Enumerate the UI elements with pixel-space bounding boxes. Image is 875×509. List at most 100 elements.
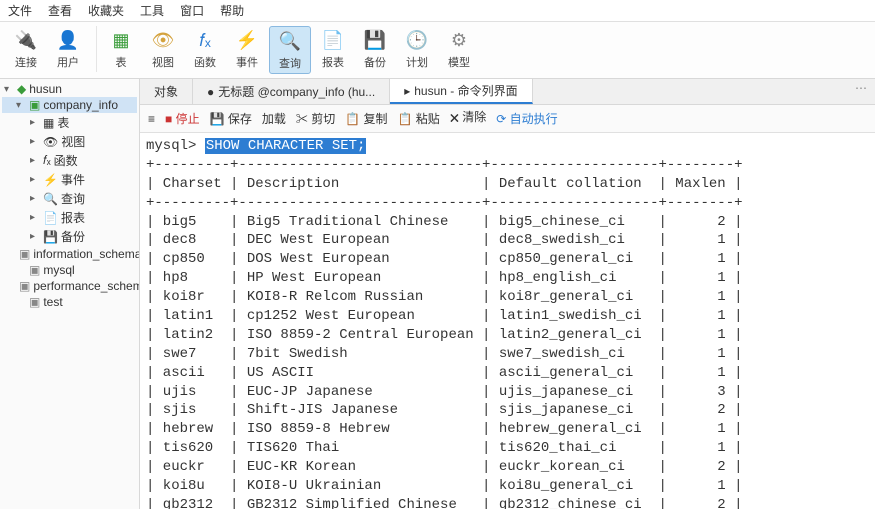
table-row: | swe7 | 7bit Swedish | swe7_swedish_ci … [146,345,869,364]
toolbar-function-button[interactable]: 𝑓ₓ 函数 [185,26,225,74]
tab-icon: ● [207,85,214,99]
toolbar-user-button[interactable]: 👤用户 [48,26,88,72]
toolbar-group-objects: ▦表👁视图𝑓ₓ函数⚡事件🔍查询📄报表💾备份🕒计划⚙模型 [101,26,487,74]
toolbar-label: 查询 [279,55,301,71]
schedule-icon: 🕒 [405,28,429,52]
folder-icon: 👁 [43,135,58,149]
tree-database[interactable]: ▾▣ company_info [2,97,137,113]
load-button[interactable]: 加载 [262,110,286,127]
server-icon: ◆ [17,82,26,96]
table-row: | sjis | Shift-JIS Japanese | sjis_japan… [146,401,869,420]
toolbar-table-button[interactable]: ▦表 [101,26,141,74]
sql-prompt: mysql> SHOW CHARACTER SET; [146,137,869,156]
database-icon: ▣ [29,98,40,112]
event-icon: ⚡ [235,28,259,52]
model-icon: ⚙ [447,28,471,52]
database-icon: ▣ [19,247,30,261]
table-row: | latin1 | cp1252 West European | latin1… [146,307,869,326]
toolbar-schedule-button[interactable]: 🕒 计划 [397,26,437,74]
menu-button[interactable]: ≡ [148,112,155,126]
table-border: +---------+-----------------------------… [146,194,869,213]
copy-button[interactable]: 📋 复制 [345,110,387,127]
tree-folder-报表[interactable]: ▸📄 报表 [2,208,137,227]
menu-帮助[interactable]: 帮助 [220,2,244,19]
toolbar-label: 函数 [194,54,216,70]
folder-icon: 🔍 [43,192,58,206]
menubar: 文件查看收藏夹工具窗口帮助 [0,0,875,22]
sql-command: SHOW CHARACTER SET; [205,138,367,154]
table-row: | ujis | EUC-JP Japanese | ujis_japanese… [146,383,869,402]
tree-folder-表[interactable]: ▸▦ 表 [2,113,137,132]
folder-icon: ▦ [43,116,54,130]
toolbar-model-button[interactable]: ⚙ 模型 [439,26,479,74]
table-row: | gb2312 | GB2312 Simplified Chinese | g… [146,496,869,509]
tab-overflow[interactable]: ⋯ [847,79,875,104]
toolbar-label: 事件 [236,54,258,70]
toolbar-backup-button[interactable]: 💾备份 [355,26,395,74]
toolbar-query-button[interactable]: 🔍 查询 [269,26,311,74]
tree-sysdb-information_schema[interactable]: ▣ information_schema [2,246,137,262]
folder-icon: 💾 [43,230,58,244]
tree-folder-函数[interactable]: ▸𝑓ₓ 函数 [2,151,137,170]
cut-button[interactable]: ✂ 剪切 [296,110,335,127]
tree-folder-查询[interactable]: ▸🔍 查询 [2,189,137,208]
table-header: | Charset | Description | Default collat… [146,175,869,194]
toolbar-report-button[interactable]: 📄 报表 [313,26,353,74]
connect-icon: 🔌 [14,28,38,52]
query-icon: 🔍 [278,29,302,53]
tab-icon: ▸ [404,84,410,98]
tree-folder-事件[interactable]: ▸⚡ 事件 [2,170,137,189]
folder-icon: 𝑓ₓ [43,153,51,168]
toolbar-connect-button[interactable]: 🔌 连接 [6,26,46,72]
menu-窗口[interactable]: 窗口 [180,2,204,19]
autorun-button[interactable]: ⟳ 自动执行 [496,110,557,127]
database-icon: ▣ [19,279,30,293]
database-icon: ▣ [29,295,40,309]
tree-server[interactable]: ▾◆ husun [2,81,137,97]
terminal-output[interactable]: mysql> SHOW CHARACTER SET;+---------+---… [140,133,875,509]
table-row: | ascii | US ASCII | ascii_general_ci | … [146,364,869,383]
menu-工具[interactable]: 工具 [140,2,164,19]
table-row: | dec8 | DEC West European | dec8_swedis… [146,231,869,250]
user-icon: 👤 [56,28,80,52]
tab-对象[interactable]: 对象 [140,79,193,104]
table-row: | euckr | EUC-KR Korean | euckr_korean_c… [146,458,869,477]
toolbar-label: 计划 [406,54,428,70]
backup-icon: 💾 [363,28,387,52]
menu-查看[interactable]: 查看 [48,2,72,19]
table-row: | cp850 | DOS West European | cp850_gene… [146,250,869,269]
toolbar-label: 表 [116,54,127,70]
report-icon: 📄 [321,28,345,52]
tree-sysdb-test[interactable]: ▣ test [2,294,137,310]
stop-button[interactable]: ■ 停止 [165,110,200,127]
toolbar-event-button[interactable]: ⚡ 事件 [227,26,267,74]
table-border: +---------+-----------------------------… [146,156,869,175]
tree-sysdb-mysql[interactable]: ▣ mysql [2,262,137,278]
paste-button[interactable]: 📋 粘贴 [398,110,440,127]
table-row: | hebrew | ISO 8859-8 Hebrew | hebrew_ge… [146,420,869,439]
menu-收藏夹[interactable]: 收藏夹 [88,2,124,19]
function-icon: 𝑓ₓ [193,28,217,52]
database-icon: ▣ [29,263,40,277]
tree-folder-视图[interactable]: ▸👁 视图 [2,132,137,151]
table-row: | tis620 | TIS620 Thai | tis620_thai_ci … [146,439,869,458]
main-toolbar: 🔌连接👤用户 ▦表👁视图𝑓ₓ函数⚡事件🔍查询📄报表💾备份🕒计划⚙模型 [0,22,875,79]
clear-button[interactable]: 🗙 清除 [450,108,486,129]
tree-folder-备份[interactable]: ▸💾 备份 [2,227,137,246]
sidebar-tree[interactable]: ▾◆ husun▾▣ company_info▸▦ 表▸👁 视图▸𝑓ₓ 函数▸⚡… [0,79,140,509]
toolbar-label: 报表 [322,54,344,70]
toolbar-group-connection: 🔌 连接 👤用户 [6,26,97,72]
tab-husun - 命令列界面[interactable]: ▸ husun - 命令列界面 [390,79,532,104]
toolbar-view-button[interactable]: 👁视图 [143,26,183,74]
tab-无标题 @company_info (hu...[interactable]: ● 无标题 @company_info (hu... [193,79,390,104]
table-icon: ▦ [109,28,133,52]
toolbar-label: 连接 [15,54,37,70]
save-button[interactable]: 💾 保存 [210,110,252,127]
folder-icon: ⚡ [43,173,58,187]
table-row: | hp8 | HP West European | hp8_english_c… [146,269,869,288]
table-row: | big5 | Big5 Traditional Chinese | big5… [146,213,869,232]
tree-sysdb-performance_schema[interactable]: ▣ performance_schema [2,278,137,294]
toolbar-label: 模型 [448,54,470,70]
menu-文件[interactable]: 文件 [8,2,32,19]
query-toolbar: ≡ ■ 停止 💾 保存 加载 ✂ 剪切 📋 复制 📋 粘贴 🗙 清除 ⟳ 自动执… [140,105,875,133]
